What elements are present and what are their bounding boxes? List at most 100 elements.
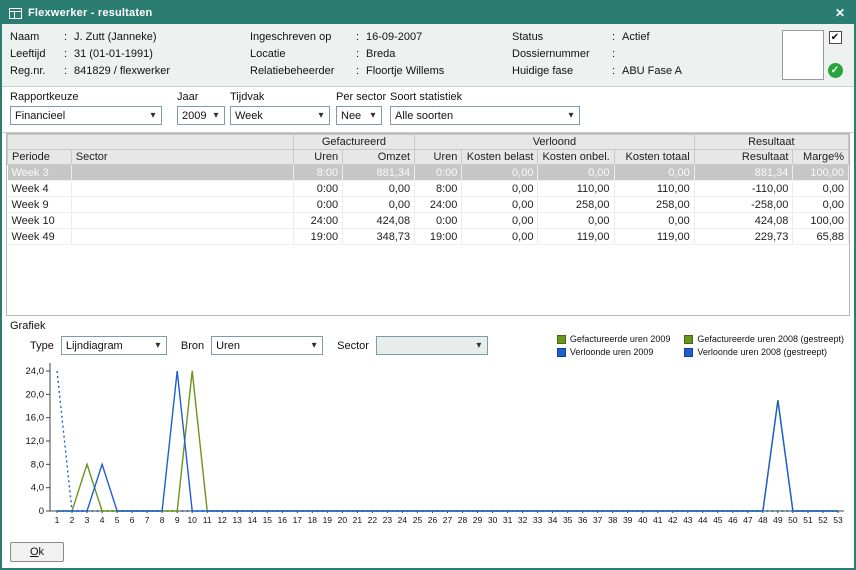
table-row[interactable]: Week 90:000,0024:000,00258,00258,00-258,… (8, 197, 849, 213)
rapportkeuze-select[interactable]: Financieel ▾ (10, 106, 162, 125)
chart-type-select[interactable]: Lijndiagram ▾ (61, 336, 167, 355)
cell-omzet: 348,73 (343, 229, 415, 245)
col-verloond-uren: Uren (415, 150, 462, 165)
svg-text:23: 23 (383, 515, 393, 525)
cell-omzet: 0,00 (343, 197, 415, 213)
col-marge: Marge% (793, 150, 849, 165)
field-label: Ingeschreven op (250, 29, 356, 46)
svg-text:24: 24 (398, 515, 408, 525)
svg-text:38: 38 (608, 515, 618, 525)
info-column-1: Naam : J. Zutt (Janneke) Leeftijd : 31 (… (10, 29, 250, 80)
col-resultaat: Resultaat (694, 150, 793, 165)
field-value: ABU Fase A (622, 63, 682, 80)
header-checkbox[interactable]: ✔ (829, 31, 842, 44)
cell-marge: 65,88 (793, 229, 849, 245)
cell-periode: Week 4 (8, 181, 72, 197)
chart-bron-select[interactable]: Uren ▾ (211, 336, 323, 355)
field-relatiebeheerder: Relatiebeheerder : Floortje Willems (250, 63, 512, 80)
cell-kosten-belast: 0,00 (462, 165, 538, 181)
svg-text:29: 29 (473, 515, 483, 525)
filter-jaar: Jaar 2009 ▾ (177, 91, 225, 125)
svg-text:2: 2 (70, 515, 75, 525)
field-label: Dossiernummer (512, 46, 612, 63)
cell-gefactureerd-uren: 0:00 (293, 197, 342, 213)
field-ingeschreven-op: Ingeschreven op : 16-09-2007 (250, 29, 512, 46)
svg-text:42: 42 (668, 515, 678, 525)
cell-periode: Week 9 (8, 197, 72, 213)
results-table-container: Gefactureerd Verloond Resultaat Periode … (6, 133, 850, 316)
ok-button[interactable]: Ok (10, 542, 64, 562)
svg-text:35: 35 (563, 515, 573, 525)
info-column-3: Status : Actief Dossiernummer : Huidige … (512, 29, 738, 80)
svg-text:27: 27 (443, 515, 453, 525)
grafiek-label: Grafiek (10, 320, 854, 332)
table-row[interactable]: Week 4919:00348,7319:000,00119,00119,002… (8, 229, 849, 245)
button-row: Ok (2, 539, 854, 568)
field-value: J. Zutt (Janneke) (74, 29, 157, 46)
chevron-down-icon: ▾ (208, 110, 224, 121)
titlebar[interactable]: Flexwerker - resultaten ✕ (2, 2, 854, 24)
chevron-down-icon: ▾ (313, 110, 329, 121)
svg-text:31: 31 (503, 515, 513, 525)
filter-per-sector: Per sector Nee ▾ (336, 91, 382, 125)
field-value: 31 (01-01-1991) (74, 46, 153, 63)
type-label: Type (30, 340, 54, 352)
svg-text:6: 6 (130, 515, 135, 525)
field-label: Huidige fase (512, 63, 612, 80)
cell-verloond-uren: 0:00 (415, 165, 462, 181)
svg-text:14: 14 (248, 515, 258, 525)
filter-soort-statistiek: Soort statistiek Alle soorten ▾ (390, 91, 580, 125)
svg-text:3: 3 (85, 515, 90, 525)
legend-item: Verloonde uren 2009 (557, 347, 671, 357)
svg-text:46: 46 (728, 515, 738, 525)
chevron-down-icon: ▾ (471, 340, 487, 351)
table-row[interactable]: Week 40:000,008:000,00110,00110,00-110,0… (8, 181, 849, 197)
legend-swatch (684, 348, 693, 357)
chart-controls: Type Lijndiagram ▾ Bron Uren ▾ Sector ▾ … (30, 334, 844, 357)
col-sector: Sector (71, 150, 293, 165)
svg-text:5: 5 (115, 515, 120, 525)
cell-verloond-uren: 24:00 (415, 197, 462, 213)
svg-text:44: 44 (698, 515, 708, 525)
chart-legend: Gefactureerde uren 2009 Verloonde uren 2… (557, 334, 844, 357)
legend-text: Verloonde uren 2008 (gestreept) (697, 347, 827, 357)
cell-kosten-totaal: 258,00 (614, 197, 694, 213)
svg-text:53: 53 (833, 515, 843, 525)
cell-kosten-totaal: 110,00 (614, 181, 694, 197)
legend-item: Gefactureerde uren 2008 (gestreept) (684, 334, 844, 344)
chevron-down-icon: ▾ (145, 110, 161, 121)
jaar-select[interactable]: 2009 ▾ (177, 106, 225, 125)
svg-text:40: 40 (638, 515, 648, 525)
table-row[interactable]: Week 38:00881,340:000,000,000,00881,3410… (8, 165, 849, 181)
soort-statistiek-value: Alle soorten (391, 110, 563, 122)
legend-column-2009: Gefactureerde uren 2009 Verloonde uren 2… (557, 334, 671, 357)
chevron-down-icon: ▾ (563, 110, 579, 121)
cell-gefactureerd-uren: 24:00 (293, 213, 342, 229)
cell-kosten-onbel: 0,00 (538, 165, 614, 181)
svg-text:4,0: 4,0 (31, 483, 44, 494)
close-button[interactable]: ✕ (833, 6, 847, 20)
per-sector-select[interactable]: Nee ▾ (336, 106, 382, 125)
group-verloond: Verloond (415, 135, 695, 150)
table-row[interactable]: Week 1024:00424,080:000,000,000,00424,08… (8, 213, 849, 229)
field-label: Status (512, 29, 612, 46)
svg-text:20: 20 (338, 515, 348, 525)
group-resultaat: Resultaat (694, 135, 848, 150)
svg-text:9: 9 (175, 515, 180, 525)
chart-type-value: Lijndiagram (62, 340, 150, 352)
cell-sector (71, 213, 293, 229)
field-separator: : (612, 63, 622, 80)
svg-text:33: 33 (533, 515, 543, 525)
soort-statistiek-select[interactable]: Alle soorten ▾ (390, 106, 580, 125)
svg-text:50: 50 (788, 515, 798, 525)
legend-item: Gefactureerde uren 2009 (557, 334, 671, 344)
svg-text:43: 43 (683, 515, 693, 525)
legend-item: Verloonde uren 2008 (gestreept) (684, 347, 844, 357)
cell-resultaat: -258,00 (694, 197, 793, 213)
svg-text:0: 0 (39, 506, 44, 517)
tijdvak-select[interactable]: Week ▾ (230, 106, 330, 125)
svg-text:26: 26 (428, 515, 438, 525)
cell-kosten-onbel: 119,00 (538, 229, 614, 245)
cell-omzet: 424,08 (343, 213, 415, 229)
cell-sector (71, 165, 293, 181)
